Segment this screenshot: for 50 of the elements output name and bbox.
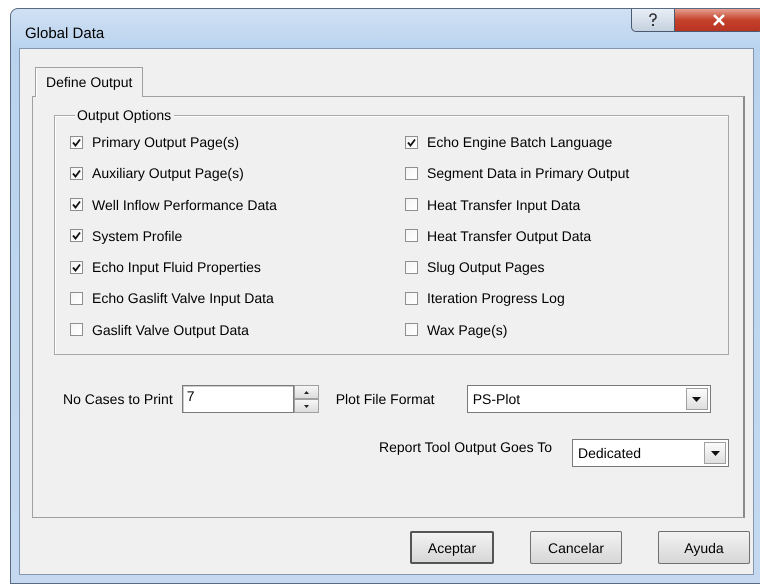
checkbox[interactable] <box>405 166 418 180</box>
checkbox[interactable] <box>405 323 418 336</box>
dialog-button[interactable]: Ayuda <box>658 531 750 564</box>
dropdown[interactable]: Dedicated <box>572 439 729 467</box>
close-button[interactable] <box>675 9 760 32</box>
tab[interactable]: Define Output <box>35 67 144 97</box>
checkbox-label: System Profile <box>92 228 182 244</box>
checkbox-label: Segment Data in Primary Output <box>427 165 630 182</box>
number-field[interactable]: 7 <box>182 385 294 413</box>
dropdown-arrow-icon <box>710 450 720 456</box>
checkbox[interactable] <box>405 260 418 274</box>
checkbox[interactable] <box>70 260 83 274</box>
checkbox[interactable] <box>70 198 83 212</box>
checkbox[interactable] <box>70 323 83 336</box>
up-arrow-icon <box>304 390 309 394</box>
window-title: Global Data <box>25 25 104 42</box>
field-label: Report Tool Output Goes To <box>378 439 552 457</box>
checkbox-label: Echo Gaslift Valve Input Data <box>92 290 274 306</box>
checkbox-label: Gaslift Valve Output Data <box>92 322 249 338</box>
checkbox-label: Well Inflow Performance Data <box>92 196 277 213</box>
field-label: No Cases to Print <box>63 391 173 407</box>
dialog-button[interactable]: Cancelar <box>530 531 622 564</box>
spin-down-button[interactable] <box>294 399 319 413</box>
checkbox[interactable] <box>405 198 418 212</box>
spin-up-button[interactable] <box>294 385 319 399</box>
checkbox-label: Slug Output Pages <box>427 259 545 276</box>
dialog-button[interactable]: Aceptar <box>410 531 494 564</box>
checkbox-label: Wax Page(s) <box>427 322 508 338</box>
dropdown-arrow-icon <box>692 396 702 402</box>
checkbox[interactable] <box>70 166 83 180</box>
checkbox-label: Heat Transfer Input Data <box>427 196 580 213</box>
field-label: Plot File Format <box>336 391 436 407</box>
checkbox-label: Auxiliary Output Page(s) <box>92 165 244 182</box>
dropdown[interactable]: PS-Plot <box>466 385 711 413</box>
checkbox[interactable] <box>405 136 418 148</box>
close-icon <box>712 14 726 26</box>
checkbox[interactable] <box>405 292 418 305</box>
checkbox[interactable] <box>70 229 83 242</box>
down-arrow-icon <box>304 404 309 408</box>
checkbox-label: Echo Input Fluid Properties <box>92 259 261 276</box>
checkbox-label: Heat Transfer Output Data <box>427 228 592 244</box>
checkbox[interactable] <box>70 136 83 148</box>
checkbox[interactable] <box>405 229 418 242</box>
group-title: Output Options <box>75 107 174 123</box>
checkbox-label: Echo Engine Batch Language <box>427 134 612 150</box>
checkbox-label: Primary Output Page(s) <box>92 134 240 150</box>
checkbox[interactable] <box>70 292 83 305</box>
help-icon <box>648 13 658 27</box>
help-button[interactable] <box>631 9 675 32</box>
checkbox-label: Iteration Progress Log <box>427 290 565 306</box>
